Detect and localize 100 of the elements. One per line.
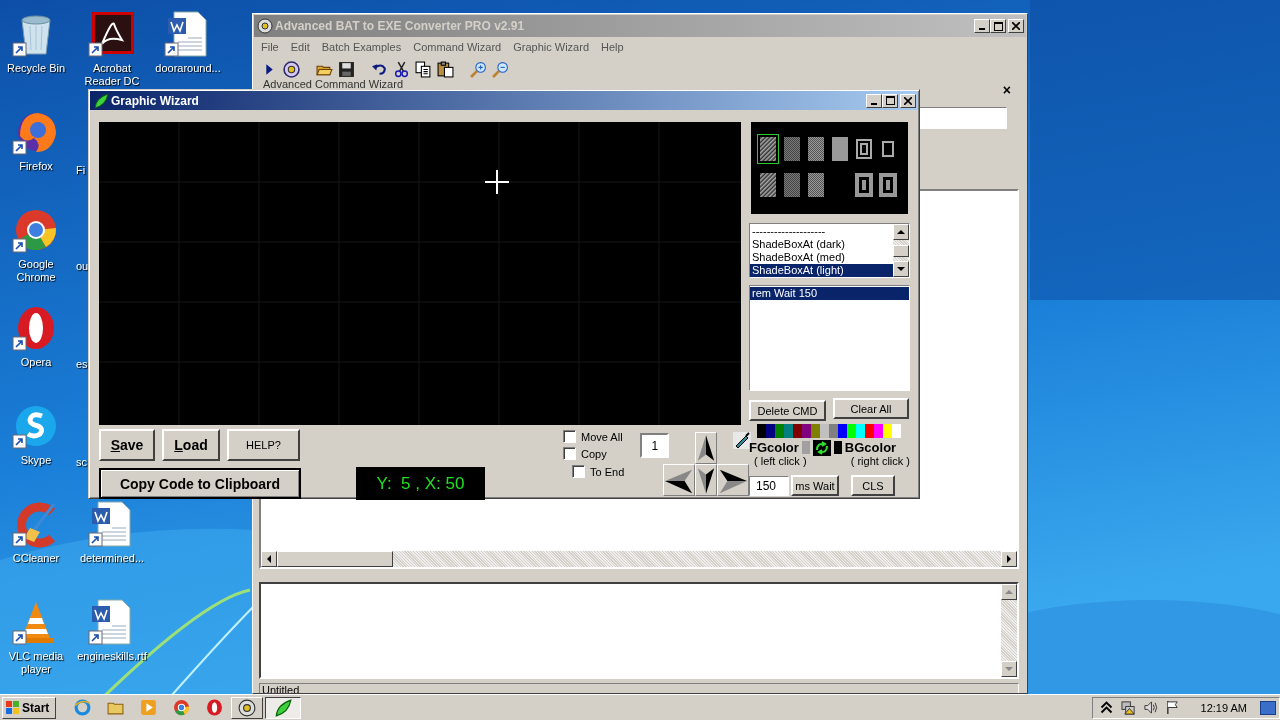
scroll-right-button[interactable] (1001, 551, 1017, 567)
swap-icon[interactable] (812, 439, 831, 456)
copy-code-button[interactable]: Copy Code to Clipboard (99, 468, 301, 499)
flag-icon[interactable] (1164, 700, 1180, 715)
pattern-swatch[interactable] (781, 170, 803, 200)
input-field[interactable] (919, 107, 1007, 129)
zoom-out-icon[interactable] (492, 60, 509, 78)
menu-item[interactable]: Graphic Wizard (507, 41, 595, 53)
color-swatch[interactable] (802, 424, 811, 438)
save-icon[interactable] (338, 60, 355, 78)
desktop-icon-label[interactable]: Recycle Bin (6, 62, 66, 75)
desktop-icon-label[interactable]: sc (76, 456, 87, 469)
panel-close-button[interactable]: × (1000, 82, 1013, 98)
app-shortcut-icon[interactable] (88, 10, 136, 58)
checkbox[interactable] (563, 430, 576, 443)
list-item[interactable]: ShadeBoxAt (light) (750, 264, 893, 277)
gear-icon[interactable] (283, 60, 300, 78)
chrome-icon[interactable] (173, 699, 190, 716)
desktop-icon-label[interactable]: Fi (76, 164, 86, 177)
taskbar-window-button[interactable] (265, 696, 301, 719)
maximize-button[interactable] (882, 93, 898, 108)
desktop-icon-label[interactable]: Opera (20, 356, 52, 369)
cut-icon[interactable] (393, 60, 410, 78)
pattern-swatch[interactable] (781, 134, 803, 164)
maximize-button[interactable] (990, 19, 1006, 33)
color-swatch[interactable] (766, 424, 775, 438)
pattern-swatch[interactable] (805, 170, 827, 200)
color-swatch[interactable] (874, 424, 883, 438)
scroll-up-button[interactable] (1001, 584, 1017, 600)
scroll-down-button[interactable] (893, 261, 909, 277)
minimize-button[interactable] (974, 19, 990, 33)
script-list[interactable]: rem Wait 150 (749, 285, 910, 391)
show-desktop-button[interactable] (1260, 700, 1276, 715)
pattern-swatch[interactable] (757, 170, 779, 200)
start-button[interactable]: Start (2, 696, 56, 719)
color-swatch[interactable] (838, 424, 847, 438)
vertical-scrollbar[interactable] (893, 224, 909, 277)
horizontal-scrollbar[interactable] (261, 551, 1017, 567)
delete-cmd-button[interactable]: Delete CMD (749, 400, 826, 421)
scrollbar-thumb[interactable] (277, 551, 393, 567)
color-swatch[interactable] (847, 424, 856, 438)
desktop-icon-label[interactable]: dooraround... (155, 62, 221, 75)
checkbox[interactable] (572, 465, 585, 478)
close-button[interactable] (1008, 19, 1024, 33)
scroll-up-button[interactable] (893, 224, 909, 240)
color-swatch[interactable] (784, 424, 793, 438)
desktop-icon-label[interactable]: Skype (20, 454, 52, 467)
checkbox[interactable] (563, 447, 576, 460)
desktop-icon-label[interactable]: es (76, 358, 88, 371)
menu-item[interactable]: File (255, 41, 285, 53)
color-swatch[interactable] (865, 424, 874, 438)
color-swatch[interactable] (775, 424, 784, 438)
chevron-up-icon[interactable] (1098, 700, 1114, 715)
right-arrow-button[interactable] (717, 464, 750, 496)
pattern-swatch[interactable] (805, 134, 827, 164)
pattern-swatch[interactable] (757, 134, 779, 164)
vertical-scrollbar[interactable] (1001, 584, 1017, 677)
opera-icon[interactable] (206, 699, 223, 716)
copy-icon[interactable] (415, 60, 432, 78)
zoom-in-icon[interactable] (470, 60, 487, 78)
ms-wait-button[interactable]: ms Wait (791, 475, 839, 496)
list-item[interactable]: ShadeBoxAt (med) (750, 251, 893, 264)
paste-icon[interactable] (437, 60, 454, 78)
color-swatch[interactable] (820, 424, 829, 438)
left-arrow-button[interactable] (663, 464, 696, 496)
menu-item[interactable]: Batch Examples (315, 41, 408, 53)
up-arrow-button[interactable] (695, 432, 718, 464)
list-item[interactable]: rem Wait 150 (750, 287, 909, 300)
help-button[interactable]: HELP? (227, 429, 300, 461)
pattern-swatch[interactable] (853, 170, 875, 200)
network-icon[interactable] (1120, 700, 1136, 715)
close-button[interactable] (900, 93, 916, 108)
color-swatch[interactable] (892, 424, 901, 438)
menu-item[interactable]: Help (595, 41, 630, 53)
color-swatch[interactable] (811, 424, 820, 438)
desktop-icon-label[interactable]: Google Chrome (0, 258, 74, 284)
list-item[interactable]: ShadeBoxAt (dark) (750, 238, 893, 251)
color-swatch[interactable] (757, 424, 766, 438)
color-swatch[interactable] (856, 424, 865, 438)
pattern-swatch[interactable] (877, 170, 899, 200)
clear-all-button[interactable]: Clear All (833, 398, 909, 419)
scroll-down-button[interactable] (1001, 661, 1017, 677)
down-arrow-button[interactable] (695, 464, 718, 496)
wait-field[interactable]: 150 (749, 475, 789, 496)
speaker-icon[interactable] (1142, 700, 1158, 715)
save-button[interactable]: Save (99, 429, 155, 461)
list-item[interactable]: -------------------- (750, 225, 893, 238)
desktop-icon-label[interactable]: Acrobat Reader DC (74, 62, 150, 88)
minimize-button[interactable] (866, 93, 882, 108)
pencil-icon[interactable] (733, 432, 752, 449)
pattern-swatch[interactable] (829, 134, 851, 164)
color-swatch[interactable] (883, 424, 892, 438)
load-button[interactable]: Load (162, 429, 220, 461)
color-swatch[interactable] (829, 424, 838, 438)
command-list[interactable]: -------------------- ShadeBoxAt (dark) ShadeBoxAt (med) ShadeBoxAt (light) (749, 223, 910, 278)
scroll-left-button[interactable] (261, 551, 277, 567)
scrollbar-thumb[interactable] (893, 245, 909, 257)
desktop-icon-label[interactable]: Firefox (19, 160, 53, 173)
cls-button[interactable]: CLS (851, 475, 895, 496)
step-field[interactable]: 1 (640, 433, 670, 458)
